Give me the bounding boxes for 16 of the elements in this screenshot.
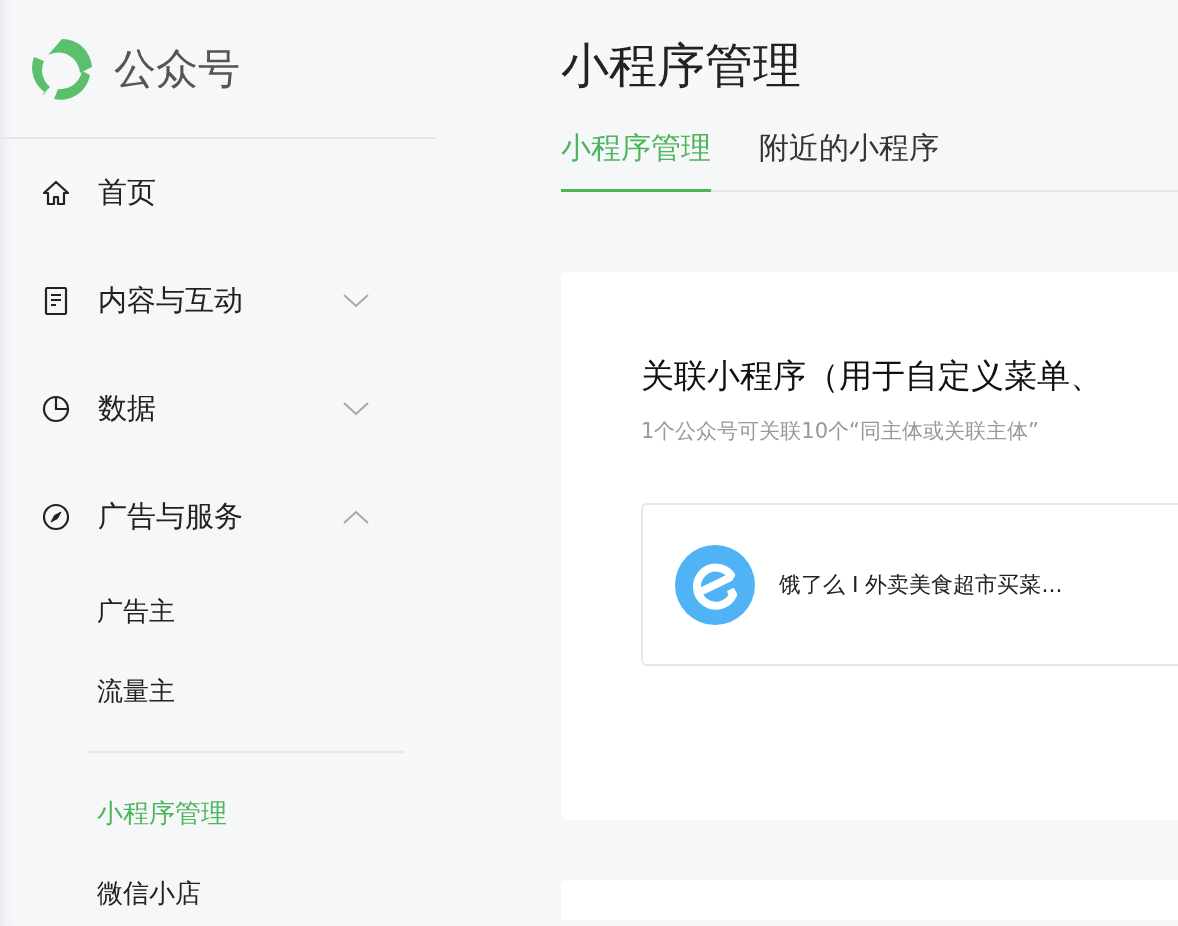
nav-subitem[interactable]: 微信小店 <box>97 853 404 926</box>
nav-item[interactable]: 广告与服务 <box>0 463 436 571</box>
tab[interactable]: 附近的小程序 <box>759 128 939 192</box>
app-name: 饿了么 I 外卖美食超市买菜... <box>779 570 1063 599</box>
page-title: 小程序管理 <box>561 36 802 95</box>
nav-item[interactable]: 数据 <box>0 355 436 463</box>
brand-name: 公众号 <box>114 42 240 95</box>
nav-subitem[interactable]: 流量主 <box>97 651 436 731</box>
card-subtitle: 1个公众号可关联10个“同主体或关联主体” <box>641 418 1040 445</box>
compass-icon <box>40 501 72 533</box>
pie-chart-icon <box>40 393 72 425</box>
app-logo-icon <box>675 544 755 625</box>
nav-item[interactable]: 内容与互动 <box>0 247 436 355</box>
nav-item[interactable]: 首页 <box>0 139 436 247</box>
nav-subitem[interactable]: 广告主 <box>97 571 436 651</box>
card-title: 关联小程序（用于自定义菜单、 <box>641 355 1104 397</box>
